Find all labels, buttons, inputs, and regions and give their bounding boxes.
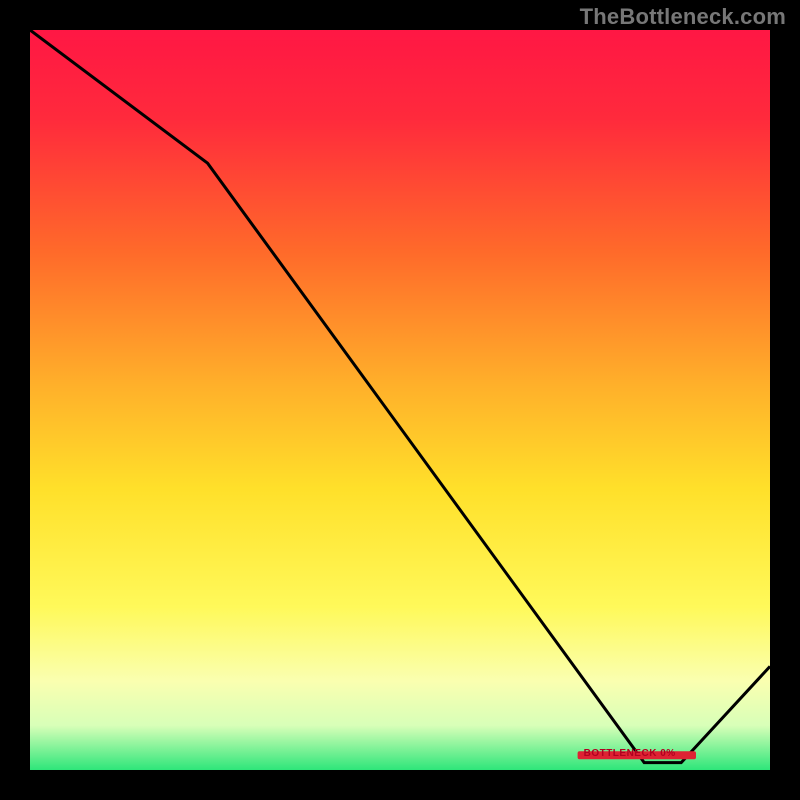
chart-svg (30, 30, 770, 770)
bottleneck-label: BOTTLENECK 0% (584, 748, 676, 759)
chart-frame: TheBottleneck.com BOTTLENECK 0% (0, 0, 800, 800)
plot-area: BOTTLENECK 0% (30, 30, 770, 770)
watermark-text: TheBottleneck.com (580, 4, 786, 30)
gradient-background (30, 30, 770, 770)
